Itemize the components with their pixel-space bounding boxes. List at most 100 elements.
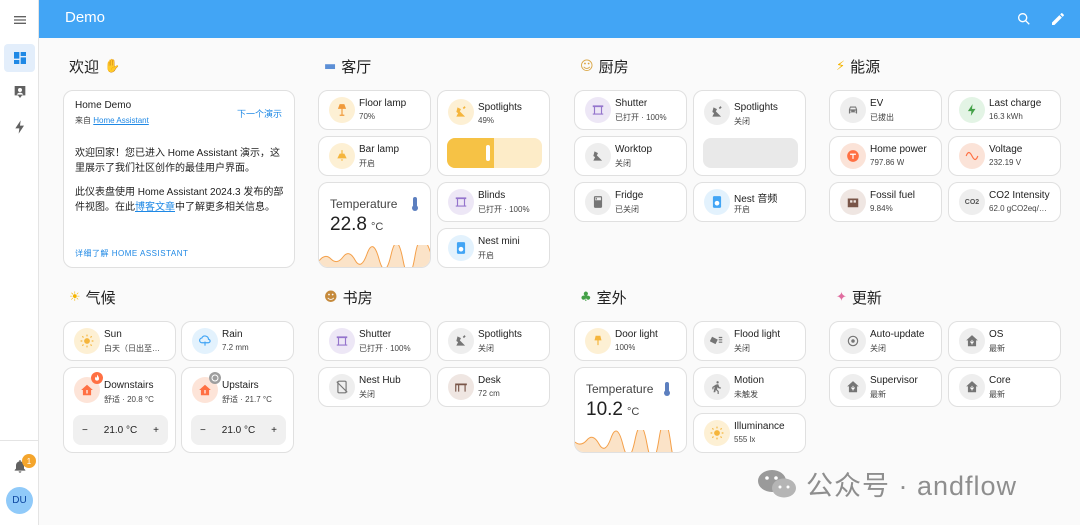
edit-pencil-icon[interactable] <box>1047 8 1069 30</box>
para2-text-b: 中了解更多相关信息。 <box>175 202 275 213</box>
outdoor-temperature-card[interactable]: Temperature 10.2 °C <box>574 367 687 453</box>
section-study: ☻ 书房 <box>324 287 373 308</box>
temperature-number: 10.2 <box>586 399 623 420</box>
tile-state: 72 cm <box>478 389 500 398</box>
tile-bar-lamp[interactable]: Bar lamp 开启 <box>318 136 431 176</box>
tile-rain[interactable]: Rain 7.2 mm <box>181 321 294 361</box>
tile-name: Flood light <box>734 329 781 340</box>
tile-study-spotlights[interactable]: Spotlights 关闭 <box>437 321 550 361</box>
tile-kitchen-spotlights[interactable]: Spotlights 关闭 <box>693 90 806 176</box>
brightness-slider-handle[interactable] <box>485 145 490 161</box>
sensor-name: Temperature <box>330 197 398 211</box>
tile-name: Fossil fuel <box>870 190 916 201</box>
lightning-icon <box>14 120 24 134</box>
tile-name: Spotlights <box>478 102 522 113</box>
co2-icon: CO2 <box>959 189 985 215</box>
sine-wave-icon <box>959 143 985 169</box>
sidebar-item-energy[interactable] <box>4 113 35 141</box>
tile-supervisor[interactable]: Supervisor 最新 <box>829 367 942 407</box>
tile-nest-hub[interactable]: Nest Hub 关闭 <box>318 367 431 407</box>
lightning-emoji-icon: ⚡ <box>836 59 846 74</box>
tile-worktop[interactable]: Worktop 关闭 <box>574 136 687 176</box>
tile-home-power[interactable]: Home power 797.86 W <box>829 136 942 176</box>
section-weather-label: 气候 <box>85 290 116 307</box>
tile-state: 开启 <box>478 251 494 260</box>
tile-name: Motion <box>734 375 765 386</box>
tile-living-spotlights[interactable]: Spotlights 49% <box>437 90 550 176</box>
thermostat-upstairs[interactable]: Upstairs 舒适 · 21.7 °C − 21.0 °C + <box>181 367 294 453</box>
tile-name: Core <box>989 375 1011 386</box>
tile-name: Voltage <box>989 144 1023 155</box>
tile-state: 关闭 <box>615 159 631 168</box>
sidebar-item-map[interactable] <box>4 78 35 106</box>
tile-fridge[interactable]: Fridge 已关闭 <box>574 182 687 222</box>
thermometer-icon <box>664 382 670 396</box>
tile-nest-mini[interactable]: Nest mini 开启 <box>437 228 550 268</box>
tile-name: Desk <box>478 375 501 386</box>
welcome-paragraph-1: 欢迎回家！您已进入 Home Assistant 演示，这里展示了我们社区创作的… <box>75 148 281 174</box>
tile-os[interactable]: OS 最新 <box>948 321 1061 361</box>
tile-name: Rain <box>222 329 243 340</box>
tile-state: 白天（日出至… <box>104 344 160 353</box>
tile-state: 舒适 · 21.7 °C <box>222 395 272 404</box>
notifications-button[interactable]: 1 <box>4 452 36 480</box>
ceiling-lamp-icon <box>329 143 355 169</box>
decrease-button[interactable]: − <box>200 425 206 436</box>
tile-door-light[interactable]: Door light 100% <box>574 321 687 361</box>
thermometer-icon <box>412 197 418 211</box>
tile-core[interactable]: Core 最新 <box>948 367 1061 407</box>
spotlight-icon <box>448 328 474 354</box>
tile-sun[interactable]: Sun 白天（日出至… <box>63 321 176 361</box>
tile-floor-lamp[interactable]: Floor lamp 70% <box>318 90 431 130</box>
brightness-slider[interactable] <box>447 138 542 168</box>
decrease-button[interactable]: − <box>82 425 88 436</box>
tile-motion[interactable]: Motion 未触发 <box>693 367 806 407</box>
tile-kitchen-shutter[interactable]: Shutter 已打开 · 100% <box>574 90 687 130</box>
tile-flood-light[interactable]: Flood light 关闭 <box>693 321 806 361</box>
sidebar-item-overview[interactable] <box>4 44 35 72</box>
floodlight-icon <box>704 328 730 354</box>
section-welcome: 欢迎 ✋ <box>69 56 120 77</box>
tile-co2-intensity[interactable]: CO2 CO2 Intensity 62.0 gCO2eq/… <box>948 182 1061 222</box>
menu-icon[interactable] <box>4 6 35 34</box>
thermostat-downstairs[interactable]: Downstairs 舒适 · 20.8 °C − 21.0 °C + <box>63 367 176 453</box>
blinds-icon <box>448 189 474 215</box>
tile-blinds[interactable]: Blinds 已打开 · 100% <box>437 182 550 222</box>
factory-icon <box>840 189 866 215</box>
tile-name: Nest Hub <box>359 375 401 386</box>
tile-nest-audio[interactable]: Nest 音频 开启 <box>693 182 806 222</box>
tile-ev[interactable]: EV 已拔出 <box>829 90 942 130</box>
tile-voltage[interactable]: Voltage 232.19 V <box>948 136 1061 176</box>
spotlight-icon <box>448 99 474 125</box>
increase-button[interactable]: + <box>271 425 277 436</box>
search-icon[interactable] <box>1013 8 1035 30</box>
increase-button[interactable]: + <box>153 425 159 436</box>
user-avatar[interactable]: DU <box>6 487 33 514</box>
temperature-history-graph <box>319 245 430 267</box>
tile-name: Nest mini <box>478 236 520 247</box>
learn-more-button[interactable]: 详细了解 HOME ASSISTANT <box>75 248 188 259</box>
account-box-icon <box>14 86 25 98</box>
tile-state: 797.86 W <box>870 158 905 167</box>
next-demo-button[interactable]: 下一个演示 <box>237 107 282 120</box>
section-kitchen-label: 厨房 <box>598 59 629 76</box>
section-updates-label: 更新 <box>851 290 882 307</box>
tile-study-shutter[interactable]: Shutter 已打开 · 100% <box>318 321 431 361</box>
tile-state: 已打开 · 100% <box>478 205 530 214</box>
sidebar: 1 DU <box>0 0 39 525</box>
spotlight-off-icon <box>585 143 611 169</box>
home-assistant-link[interactable]: Home Assistant <box>93 116 149 125</box>
brightness-slider[interactable] <box>703 138 798 168</box>
tile-auto-update[interactable]: Auto-update 关闭 <box>829 321 942 361</box>
tile-fossil-fuel[interactable]: Fossil fuel 9.84% <box>829 182 942 222</box>
tile-desk[interactable]: Desk 72 cm <box>437 367 550 407</box>
tile-name: Fridge <box>615 190 644 201</box>
speaker-icon <box>448 235 474 261</box>
tile-last-charge[interactable]: Last charge 16.3 kWh <box>948 90 1061 130</box>
tile-illuminance[interactable]: Illuminance 555 lx <box>693 413 806 453</box>
chef-icon: ☺ <box>580 59 594 74</box>
tile-state: 开启 <box>734 205 750 214</box>
living-temperature-card[interactable]: Temperature 22.8 °C <box>318 182 431 268</box>
sensor-name: Temperature <box>586 382 654 396</box>
blog-post-link[interactable]: 博客文章 <box>135 202 175 213</box>
